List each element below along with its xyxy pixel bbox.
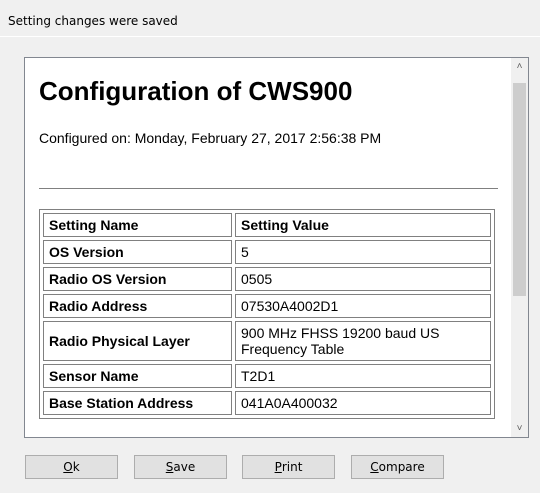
print-label-rest: rint	[281, 460, 303, 474]
setting-value-cell: T2D1	[235, 364, 491, 388]
horizontal-rule	[39, 188, 498, 189]
save-label-rest: ave	[173, 460, 196, 474]
save-button[interactable]: Save	[134, 455, 227, 479]
configured-on-text: Configured on: Monday, February 27, 2017…	[39, 130, 382, 146]
print-mnemonic: P	[274, 460, 282, 474]
column-header-setting-name: Setting Name	[43, 213, 232, 237]
ok-button[interactable]: Ok	[25, 455, 118, 479]
report-title: Configuration of CWS900	[39, 76, 353, 106]
table-header-row: Setting Name Setting Value	[43, 213, 491, 237]
setting-value-cell: 0505	[235, 267, 491, 291]
table-row: Sensor Name T2D1	[43, 364, 491, 388]
setting-name-cell: Radio Physical Layer	[43, 321, 232, 361]
print-button[interactable]: Print	[242, 455, 335, 479]
setting-value-cell: 900 MHz FHSS 19200 baud US Frequency Tab…	[235, 321, 491, 361]
setting-name-cell: Radio Address	[43, 294, 232, 318]
setting-value-cell: 041A0A400032	[235, 391, 491, 415]
vertical-scrollbar[interactable]: ˄ ˅	[511, 58, 528, 437]
report-viewer[interactable]: Configuration of CWS900 Configured on: M…	[24, 57, 529, 438]
setting-value-cell: 5	[235, 240, 491, 264]
setting-name-cell: OS Version	[43, 240, 232, 264]
table-row: Radio Address 07530A4002D1	[43, 294, 491, 318]
table-row: OS Version 5	[43, 240, 491, 264]
setting-name-cell: Sensor Name	[43, 364, 232, 388]
title-divider	[0, 36, 540, 37]
setting-value-cell: 07530A4002D1	[235, 294, 491, 318]
compare-label-rest: ompare	[378, 460, 425, 474]
ok-mnemonic: O	[63, 460, 73, 474]
table-row: Radio OS Version 0505	[43, 267, 491, 291]
save-mnemonic: S	[165, 460, 174, 474]
dialog-title: Setting changes were saved	[8, 14, 178, 28]
report-content: Configuration of CWS900 Configured on: M…	[25, 58, 511, 437]
chevron-down-icon[interactable]: ˅	[511, 420, 528, 437]
scrollbar-thumb[interactable]	[513, 83, 526, 296]
settings-table: Setting Name Setting Value OS Version 5 …	[39, 209, 495, 419]
setting-name-cell: Base Station Address	[43, 391, 232, 415]
ok-label-rest: k	[72, 460, 80, 474]
table-row: Base Station Address 041A0A400032	[43, 391, 491, 415]
setting-name-cell: Radio OS Version	[43, 267, 232, 291]
column-header-setting-value: Setting Value	[235, 213, 491, 237]
chevron-up-icon[interactable]: ˄	[511, 58, 528, 75]
compare-mnemonic: C	[370, 460, 379, 474]
table-row: Radio Physical Layer 900 MHz FHSS 19200 …	[43, 321, 491, 361]
compare-button[interactable]: Compare	[351, 455, 444, 479]
